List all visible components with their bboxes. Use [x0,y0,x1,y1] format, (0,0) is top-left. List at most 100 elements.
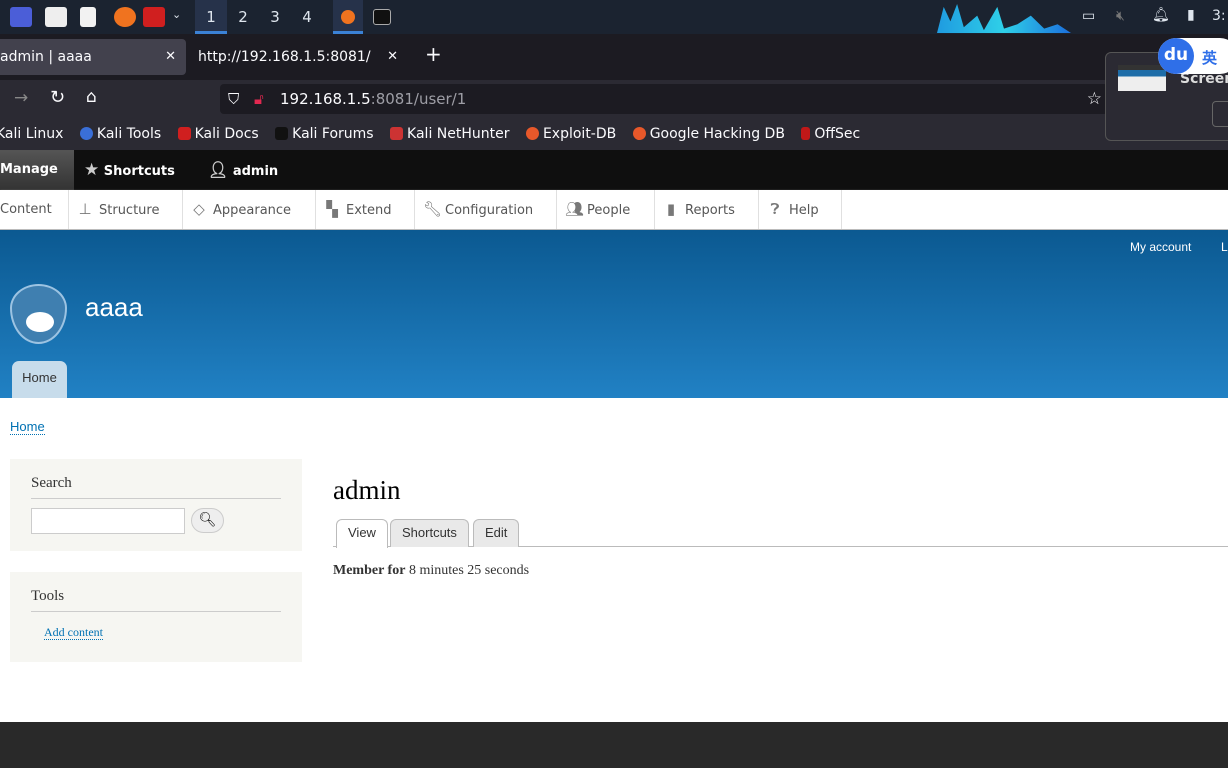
tab-192-168-1-5[interactable]: http://192.168.1.5:8081/ ✕ [198,39,408,75]
bookmark-kali-forums[interactable]: Kali Forums [275,118,374,150]
system-taskbar: ⌄ 1 2 3 4 ▭ 🔇︎ 🔔︎ ▮ 3: [0,0,1228,34]
tab-shortcuts[interactable]: Shortcuts [390,519,469,547]
nethunter-icon [390,127,404,140]
bookmarks-bar: Kali Linux Kali Tools Kali Docs Kali For… [0,118,1228,150]
tools-block: Tools Add content [10,572,302,662]
bookmark-kali-docs[interactable]: Kali Docs [177,118,259,150]
member-for-label: Member for [333,563,406,578]
network-icon[interactable]: ▭ [1082,8,1095,24]
tab-title: admin | aaaa [0,49,92,65]
home-icon[interactable]: ⌂ [86,87,97,107]
my-account-link[interactable]: My account [1130,240,1191,254]
menu-configuration[interactable]: 🔧︎ Configuration [415,190,557,229]
bookmark-exploit-db[interactable]: Exploit-DB [525,118,616,150]
firefox-window-button[interactable] [333,0,363,34]
workspace-3[interactable]: 3 [259,0,291,34]
workspace-2[interactable]: 2 [227,0,259,34]
search-icon: 🔍︎ [198,513,217,528]
tools-block-title: Tools [31,588,281,612]
network-graph [937,4,1071,33]
ime-language: 英 [1202,49,1218,67]
add-content-link[interactable]: Add content [44,625,103,640]
puzzle-icon: ▚ [326,200,338,218]
workspace-4[interactable]: 4 [291,0,323,34]
wrench-icon: 🔧︎ [423,200,443,218]
forward-icon[interactable]: → [14,88,28,108]
menu-structure[interactable]: ⊥ Structure [69,190,183,229]
mute-icon[interactable]: 🔇︎ [1116,8,1125,24]
ghdb-icon [632,127,646,140]
toolbar-user[interactable]: 👤︎ admin [208,150,278,190]
close-icon[interactable]: ✕ [387,39,398,75]
new-tab-icon[interactable]: + [425,42,442,66]
site-name[interactable]: aaaa [85,292,143,323]
text-editor-icon[interactable] [80,7,96,27]
search-button[interactable]: 🔍︎ [191,508,224,533]
baidu-ime-icon: du [1158,38,1194,74]
site-footer [0,722,1228,768]
clock: 3: [1212,8,1226,24]
url-path: :8081/user/1 [370,90,467,108]
bookmark-google-hacking-db[interactable]: Google Hacking DB [632,118,785,150]
chevron-down-icon[interactable]: ⌄ [172,8,181,21]
help-icon: ❓︎ [770,200,780,218]
tab-title: http://192.168.1.5:8081/ [198,49,371,65]
bookmark-star-icon[interactable]: ☆ [1087,84,1102,114]
menu-content[interactable]: Content [0,190,69,229]
browser-tab-strip: admin | aaaa ✕ http://192.168.1.5:8081/✕ … [0,34,1228,80]
star-icon: ★ [84,160,100,180]
member-for: Member for 8 minutes 25 seconds [333,563,529,579]
site-header: My account L aaaa Home [0,230,1228,398]
url-bar[interactable]: ⛉ 🔓︎ 192.168.1.5:8081/user/1 ☆ [220,84,1108,114]
logout-link[interactable]: L [1221,240,1228,254]
search-block: Search 🔍︎ [10,459,302,551]
terminal-window-button[interactable] [373,9,391,25]
exploit-db-icon [525,127,539,140]
structure-icon: ⊥ [78,200,92,218]
kali-tools-icon [79,127,93,140]
people-icon: 👥︎ [565,200,585,218]
menu-extend[interactable]: ▚ Extend [316,190,415,229]
close-icon[interactable]: ✕ [165,39,176,75]
reload-icon[interactable]: ↻ [50,87,65,108]
workspace-1[interactable]: 1 [195,0,227,34]
notification-button[interactable] [1212,101,1228,127]
primary-tab-home[interactable]: Home [12,361,67,398]
shield-icon[interactable]: ⛉ [228,84,239,114]
menu-people[interactable]: 👥︎ People [557,190,655,229]
terminal-icon[interactable] [143,7,165,27]
breadcrumb-home[interactable]: Home [10,419,45,435]
tab-edit[interactable]: Edit [473,519,520,547]
toolbar-manage[interactable]: Manage [0,150,74,190]
screenshot-thumbnail [1118,65,1166,91]
admin-menu: Content ⊥ Structure ◇ Appearance ▚ Extend 🔧… [0,190,1228,230]
member-for-value: 8 minutes 25 seconds [408,563,530,578]
bookmark-kali-nethunter[interactable]: Kali NetHunter [390,118,510,150]
menu-reports[interactable]: ▮ Reports [655,190,759,229]
toolbar-shortcuts[interactable]: ★ Shortcuts [84,150,175,190]
bell-icon[interactable]: 🔔︎ [1152,7,1170,23]
bookmark-kali-tools[interactable]: Kali Tools [79,118,161,150]
insecure-lock-icon[interactable]: 🔓︎ [254,84,264,114]
page-title: admin [333,475,401,505]
menu-help[interactable]: ❓︎ Help [759,190,842,229]
menu-appearance[interactable]: ◇ Appearance [183,190,316,229]
ime-indicator[interactable]: du 英 [1158,38,1228,74]
bar-chart-icon: ▮ [666,200,676,218]
kali-forums-icon [275,127,289,140]
file-manager-icon[interactable] [45,7,67,27]
offsec-icon [801,127,811,140]
drupal-toolbar: Manage ★ Shortcuts 👤︎ admin [0,150,1228,190]
app-menu-icon[interactable] [10,7,32,27]
search-block-title: Search [31,475,281,499]
firefox-icon[interactable] [114,7,136,27]
bookmark-offsec[interactable]: OffSec [801,118,860,150]
drupal-logo[interactable] [10,284,67,344]
tab-view[interactable]: View [336,519,388,548]
search-input[interactable] [31,508,185,534]
battery-icon[interactable]: ▮ [1187,7,1195,23]
bookmark-kali-linux[interactable]: Kali Linux [0,118,63,150]
url-host: 192.168.1.5 [280,90,371,108]
tab-admin[interactable]: admin | aaaa ✕ [0,39,186,75]
kali-docs-icon [177,127,191,140]
